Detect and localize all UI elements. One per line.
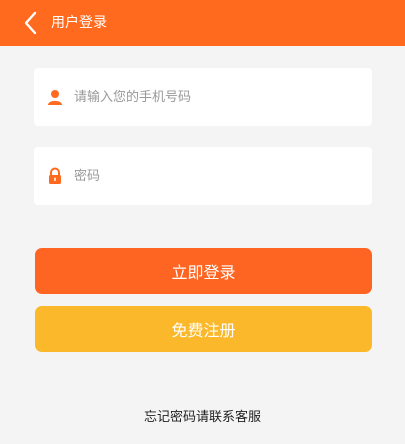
header-bar: 用户登录	[0, 0, 405, 46]
phone-field	[34, 68, 372, 126]
back-button[interactable]	[20, 10, 44, 36]
chevron-left-icon	[24, 11, 37, 35]
phone-input[interactable]	[74, 68, 364, 126]
login-button[interactable]: 立即登录	[35, 248, 372, 294]
page-title: 用户登录	[51, 15, 107, 31]
login-screen: 用户登录 立即登录 免费注册 忘记密码请联系客服	[0, 0, 405, 444]
password-field	[34, 147, 372, 205]
password-input[interactable]	[74, 147, 364, 205]
lock-icon	[46, 167, 64, 185]
user-icon	[46, 88, 64, 106]
forgot-password-link[interactable]: 忘记密码请联系客服	[0, 406, 405, 425]
register-button[interactable]: 免费注册	[35, 306, 372, 352]
